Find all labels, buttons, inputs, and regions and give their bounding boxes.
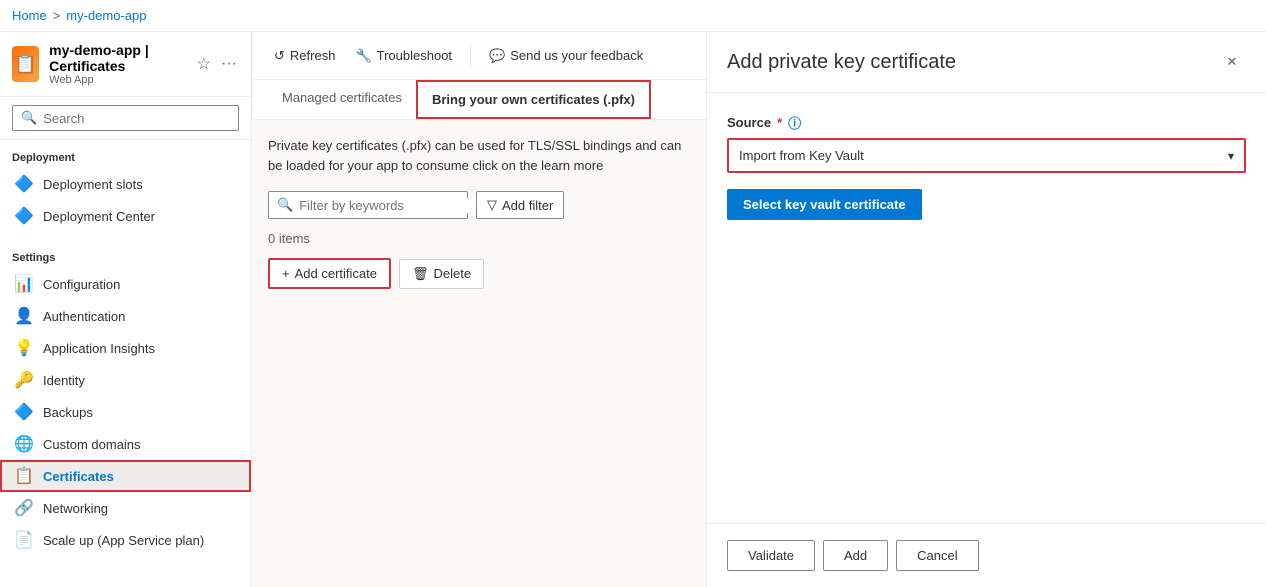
panel-title: Add private key certificate	[727, 51, 956, 74]
breadcrumb-app[interactable]: my-demo-app	[66, 8, 146, 23]
troubleshoot-button[interactable]: 🔧 Troubleshoot	[349, 44, 458, 68]
items-count: 0 items	[268, 231, 690, 246]
sidebar-search-container: 🔍	[0, 97, 251, 140]
panel-close-button[interactable]: ✕	[1218, 48, 1246, 76]
refresh-icon: ↺	[274, 48, 285, 64]
networking-icon: 🔗	[15, 499, 33, 517]
refresh-label: Refresh	[290, 48, 336, 63]
select-key-vault-button[interactable]: Select key vault certificate	[727, 189, 922, 220]
filter-input-wrapper[interactable]: 🔍	[268, 191, 468, 219]
sidebar-item-custom-domains[interactable]: 🌐 Custom domains	[0, 428, 251, 460]
content-toolbar: ↺ Refresh 🔧 Troubleshoot 💬 Send us your …	[252, 32, 706, 80]
delete-icon: 🗑	[412, 266, 429, 282]
add-cert-label: Add certificate	[295, 266, 377, 281]
breadcrumb-sep: >	[53, 8, 61, 23]
info-icon[interactable]: ⓘ	[788, 113, 801, 132]
sidebar-actions: ☆ ···	[195, 52, 239, 76]
sidebar-item-label: Deployment Center	[43, 209, 155, 224]
authentication-label: Authentication	[43, 309, 125, 324]
breadcrumb-bar: Home > my-demo-app	[0, 0, 1266, 32]
source-select-wrapper: Import from Key Vault Upload certificate…	[727, 138, 1246, 173]
sidebar-item-authentication[interactable]: 👤 Authentication	[0, 300, 251, 332]
sidebar-item-backups[interactable]: 🔷 Backups	[0, 396, 251, 428]
sidebar-item-networking[interactable]: 🔗 Networking	[0, 492, 251, 524]
search-icon: 🔍	[21, 110, 37, 126]
sidebar-item-configuration[interactable]: 📊 Configuration	[0, 268, 251, 300]
panel-header: Add private key certificate ✕	[707, 32, 1266, 93]
filter-icon: ▽	[487, 197, 497, 213]
configuration-icon: 📊	[15, 275, 33, 293]
side-panel: Add private key certificate ✕ Source * ⓘ…	[706, 32, 1266, 587]
deployment-center-icon: 🔷	[15, 207, 33, 225]
delete-button[interactable]: 🗑 Delete	[399, 259, 484, 289]
sidebar: 📋 my-demo-app | Certificates Web App ☆ ·…	[0, 32, 252, 587]
backups-icon: 🔷	[15, 403, 33, 421]
add-icon: +	[282, 266, 290, 281]
search-input[interactable]	[43, 111, 230, 126]
panel-footer: Validate Add Cancel	[707, 523, 1266, 587]
sidebar-item-deployment-center[interactable]: 🔷 Deployment Center	[0, 200, 251, 232]
content-area: ↺ Refresh 🔧 Troubleshoot 💬 Send us your …	[252, 32, 706, 587]
deployment-slots-icon: 🔷	[15, 175, 33, 193]
sidebar-item-deployment-slots[interactable]: 🔷 Deployment slots	[0, 168, 251, 200]
feedback-label: Send us your feedback	[510, 48, 643, 63]
sidebar-deployment-section: Deployment 🔷 Deployment slots 🔷 Deployme…	[0, 140, 251, 240]
more-icon[interactable]: ···	[219, 53, 239, 75]
certificates-icon: 📋	[15, 467, 33, 485]
required-indicator: *	[777, 115, 782, 130]
app-icon: 📋	[12, 46, 39, 82]
application-insights-icon: 💡	[15, 339, 33, 357]
panel-body: Source * ⓘ Import from Key Vault Upload …	[707, 93, 1266, 523]
sidebar-item-identity[interactable]: 🔑 Identity	[0, 364, 251, 396]
action-bar: + Add certificate 🗑 Delete	[268, 258, 690, 289]
sidebar-item-application-insights[interactable]: 💡 Application Insights	[0, 332, 251, 364]
breadcrumb: Home > my-demo-app	[12, 8, 146, 23]
description-text: Private key certificates (.pfx) can be u…	[268, 136, 690, 175]
troubleshoot-label: Troubleshoot	[377, 48, 452, 63]
add-button[interactable]: Add	[823, 540, 888, 571]
sidebar-app-info: my-demo-app | Certificates Web App	[49, 42, 185, 86]
scale-up-icon: 📄	[15, 531, 33, 549]
toolbar-separator	[470, 44, 471, 68]
sidebar-app-subtitle: Web App	[49, 74, 185, 86]
sidebar-settings-section: Settings 📊 Configuration 👤 Authenticatio…	[0, 240, 251, 564]
deployment-section-title: Deployment	[0, 148, 251, 168]
filter-bar: 🔍 ▽ Add filter	[268, 191, 690, 219]
authentication-icon: 👤	[15, 307, 33, 325]
source-form-group: Source * ⓘ Import from Key Vault Upload …	[727, 113, 1246, 173]
identity-icon: 🔑	[15, 371, 33, 389]
add-filter-label: Add filter	[502, 198, 553, 213]
search-box[interactable]: 🔍	[12, 105, 239, 131]
feedback-icon: 💬	[489, 48, 505, 64]
sidebar-item-label: Deployment slots	[43, 177, 143, 192]
filter-search-icon: 🔍	[277, 197, 293, 213]
feedback-button[interactable]: 💬 Send us your feedback	[483, 44, 649, 68]
troubleshoot-icon: 🔧	[355, 48, 371, 64]
tab-managed[interactable]: Managed certificates	[268, 80, 416, 119]
cancel-button[interactable]: Cancel	[896, 540, 978, 571]
breadcrumb-home[interactable]: Home	[12, 8, 47, 23]
source-label: Source * ⓘ	[727, 113, 1246, 132]
content-tabs: Managed certificates Bring your own cert…	[252, 80, 706, 120]
close-icon: ✕	[1227, 54, 1238, 70]
add-filter-button[interactable]: ▽ Add filter	[476, 191, 564, 219]
add-certificate-button[interactable]: + Add certificate	[268, 258, 391, 289]
tab-own-certificates[interactable]: Bring your own certificates (.pfx)	[416, 80, 651, 119]
sidebar-header: 📋 my-demo-app | Certificates Web App ☆ ·…	[0, 32, 251, 97]
content-body: Private key certificates (.pfx) can be u…	[252, 120, 706, 587]
sidebar-item-scale-up[interactable]: 📄 Scale up (App Service plan)	[0, 524, 251, 556]
filter-input[interactable]	[299, 198, 475, 213]
sidebar-app-name: my-demo-app | Certificates	[49, 42, 185, 74]
favorite-icon[interactable]: ☆	[195, 52, 213, 76]
custom-domains-icon: 🌐	[15, 435, 33, 453]
sidebar-item-certificates[interactable]: 📋 Certificates	[0, 460, 251, 492]
refresh-button[interactable]: ↺ Refresh	[268, 44, 341, 68]
settings-section-title: Settings	[0, 248, 251, 268]
identity-label: Identity	[43, 373, 85, 388]
validate-button[interactable]: Validate	[727, 540, 815, 571]
select-vault-container: Select key vault certificate	[727, 189, 1246, 220]
delete-label: Delete	[433, 266, 471, 281]
source-select[interactable]: Import from Key Vault Upload certificate…	[729, 140, 1244, 171]
application-insights-label: Application Insights	[43, 341, 155, 356]
